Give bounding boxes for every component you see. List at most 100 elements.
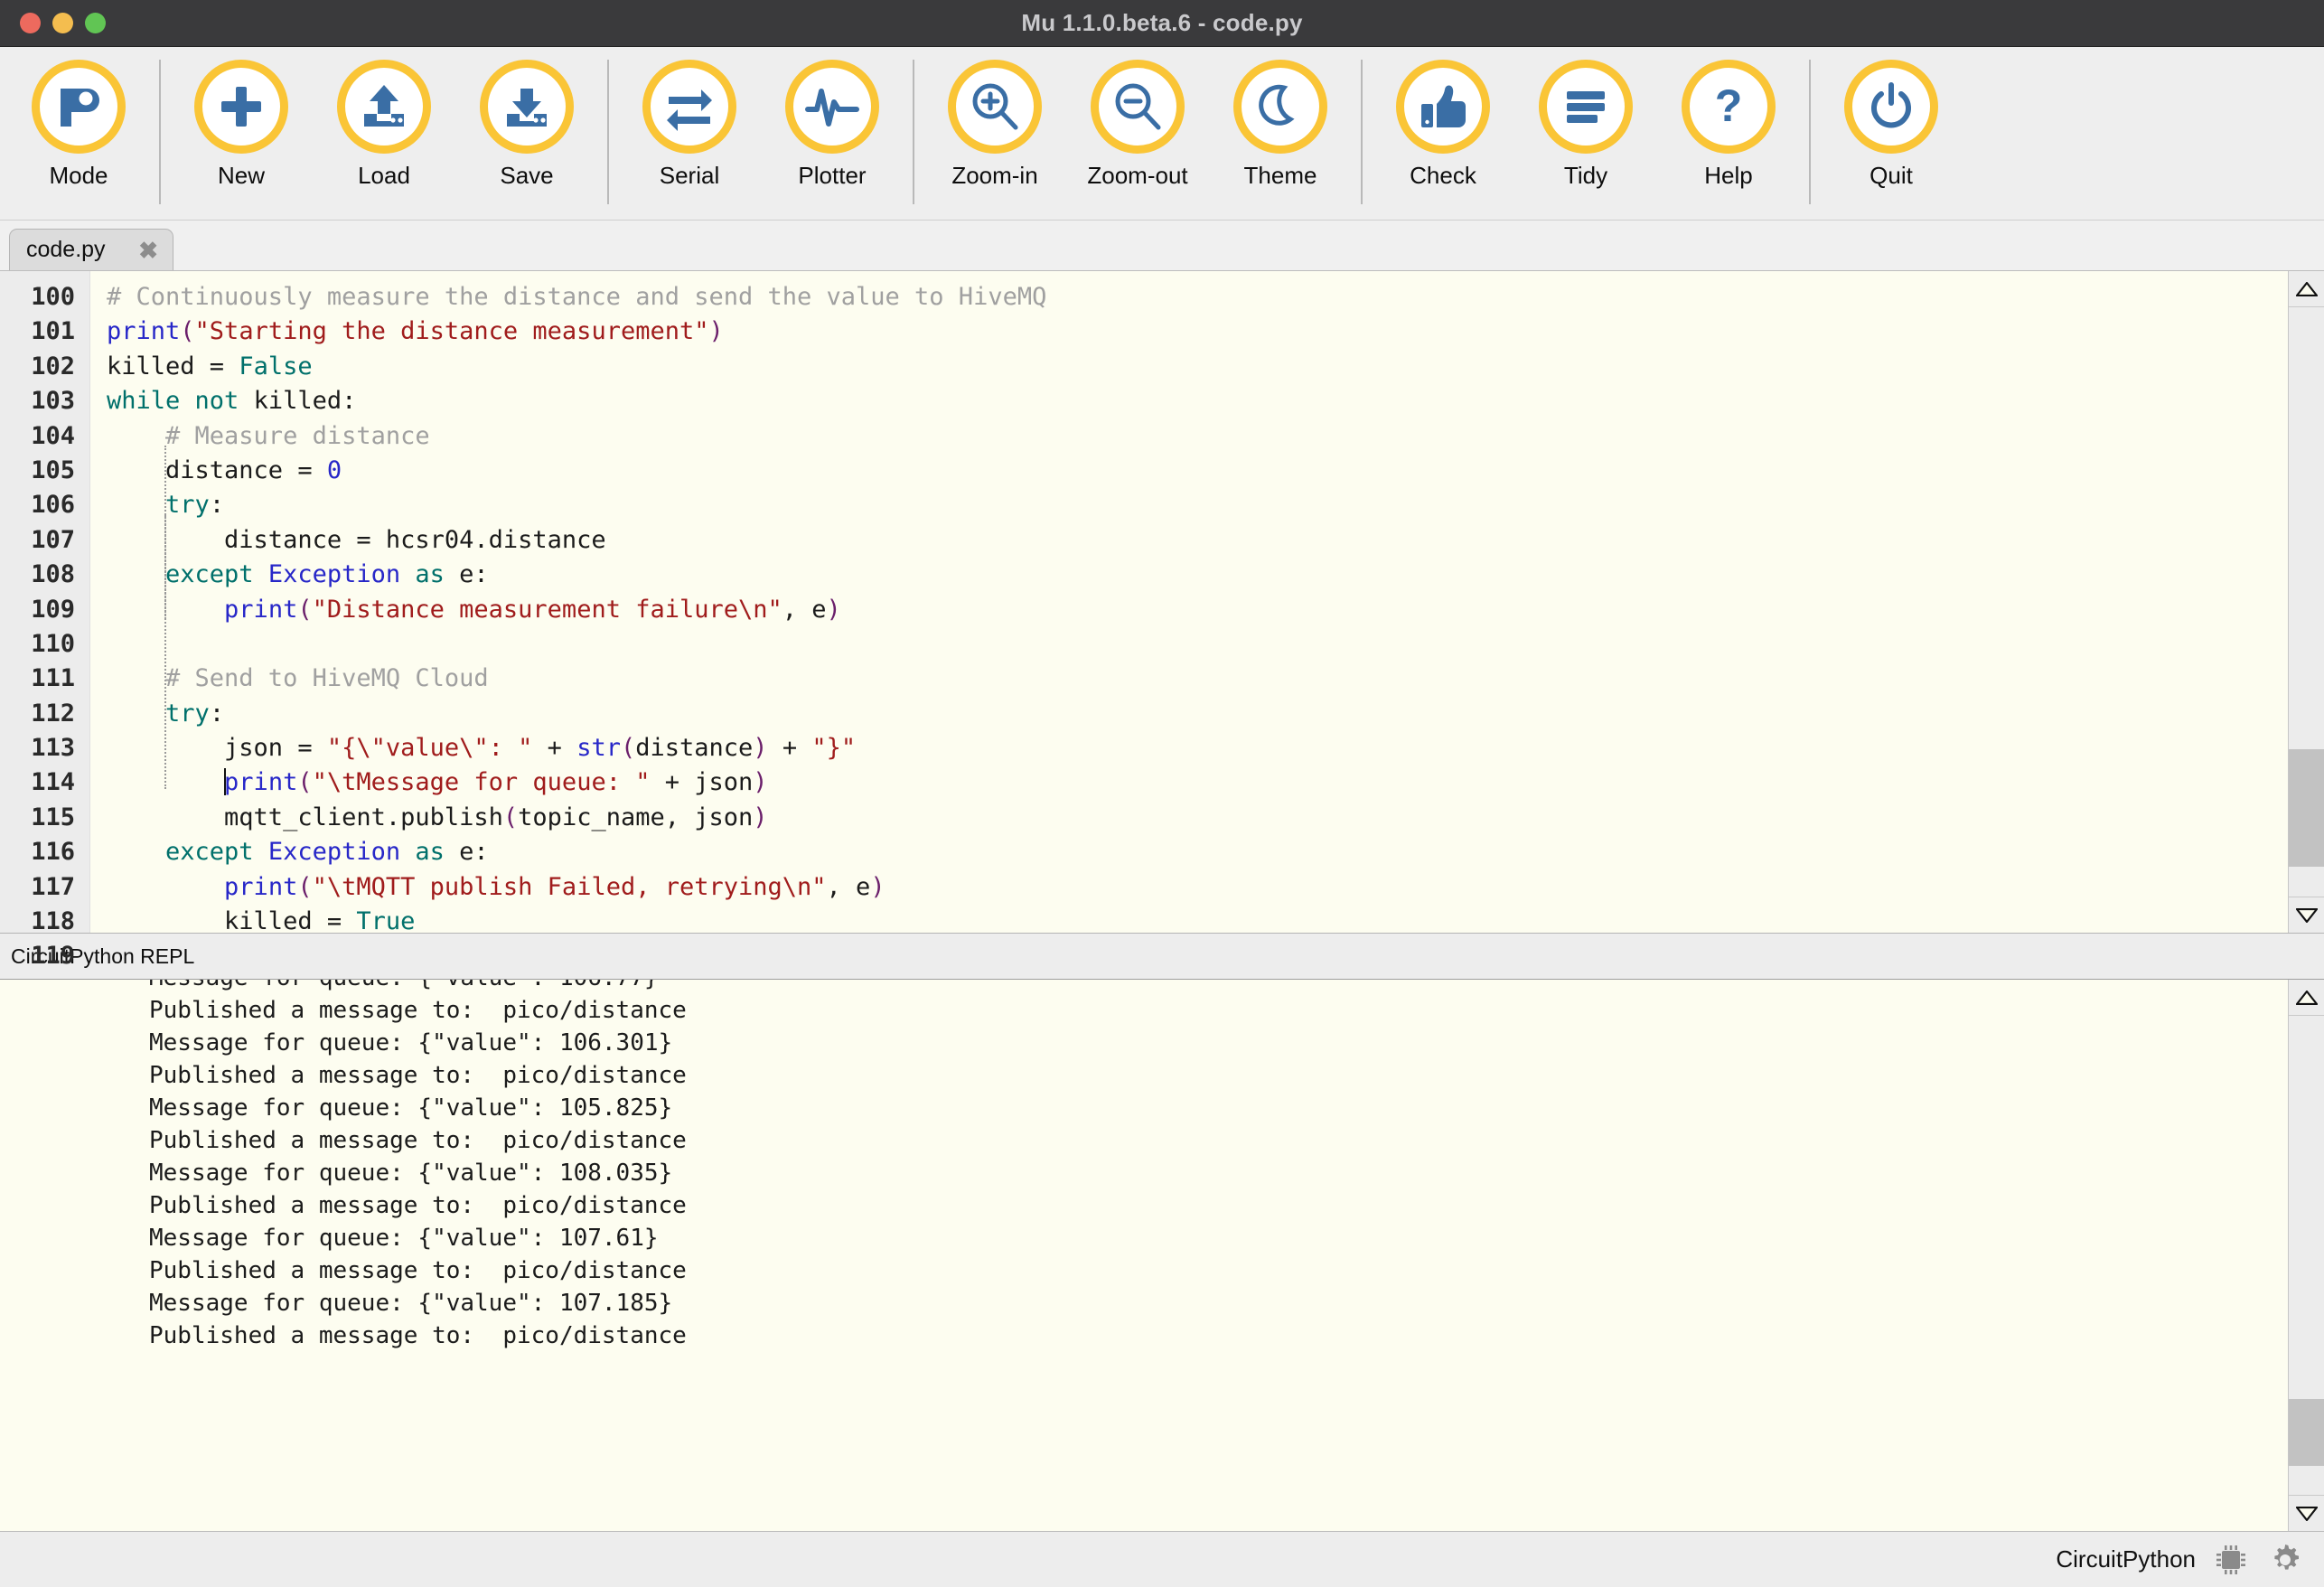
line-number: 100 xyxy=(31,283,75,311)
code-token: + json xyxy=(650,768,754,797)
line-number: 110 xyxy=(31,629,75,658)
save-button[interactable]: Save xyxy=(455,47,598,220)
code-token: print xyxy=(224,768,298,797)
code-line[interactable]: try: xyxy=(90,697,2288,731)
load-label: Load xyxy=(358,162,410,189)
code-line[interactable]: except Exception as e: xyxy=(90,558,2288,592)
line-number: 117 xyxy=(31,872,75,901)
line-number: 103 xyxy=(31,387,75,416)
code-line[interactable]: # Send to HiveMQ Cloud xyxy=(90,662,2288,696)
new-button[interactable]: New xyxy=(170,47,313,220)
code-token: not xyxy=(194,387,254,416)
toolbar-separator xyxy=(159,60,161,204)
window-controls xyxy=(20,13,106,33)
plus-icon xyxy=(194,60,288,154)
zoom-out-button[interactable]: Zoom-out xyxy=(1066,47,1209,220)
help-label: Help xyxy=(1704,162,1753,189)
code-token: str xyxy=(576,734,621,763)
line-number: 107 xyxy=(31,525,75,554)
window-title: Mu 1.1.0.beta.6 - code.py xyxy=(1021,9,1303,36)
line-number: 115 xyxy=(31,803,75,831)
code-token: ) xyxy=(753,734,768,763)
serial-button[interactable]: Serial xyxy=(618,47,761,220)
mode-status-label[interactable]: CircuitPython xyxy=(2056,1545,2196,1573)
load-button[interactable]: Load xyxy=(313,47,455,220)
editor-scrollbar[interactable] xyxy=(2288,271,2324,933)
help-button[interactable]: ? Help xyxy=(1657,47,1800,220)
scroll-up-arrow[interactable] xyxy=(2288,271,2324,307)
code-token: as xyxy=(415,560,460,589)
code-token: ) xyxy=(826,595,841,624)
code-line[interactable]: killed = False xyxy=(90,350,2288,384)
repl-scroll-thumb[interactable] xyxy=(2288,1399,2324,1467)
scroll-down-arrow[interactable] xyxy=(2288,1495,2324,1531)
repl-line: Message for queue: {"value": 106.77} xyxy=(149,980,2288,994)
zoom-in-button[interactable]: Zoom-in xyxy=(923,47,1066,220)
code-area[interactable]: # Continuously measure the distance and … xyxy=(90,271,2288,933)
maximize-window-button[interactable] xyxy=(85,13,106,33)
editor-scroll-track[interactable] xyxy=(2288,307,2324,897)
scroll-up-arrow[interactable] xyxy=(2288,980,2324,1016)
code-token: distance = hcsr04.distance xyxy=(107,525,606,554)
code-line[interactable]: mqtt_client.publish(topic_name, json) xyxy=(90,801,2288,835)
code-token: except xyxy=(165,838,268,867)
code-token: + xyxy=(532,734,577,763)
code-token: False xyxy=(239,352,313,380)
repl-output[interactable]: Message for queue: {"value": 106.77} Publ… xyxy=(0,980,2288,1531)
code-line[interactable]: # Measure distance xyxy=(90,419,2288,454)
tidy-button[interactable]: Tidy xyxy=(1514,47,1657,220)
minimize-window-button[interactable] xyxy=(52,13,73,33)
code-line[interactable]: distance = hcsr04.distance xyxy=(90,523,2288,558)
code-line[interactable]: print("Starting the distance measurement… xyxy=(90,315,2288,349)
code-line[interactable]: json = "{\"value\": " + str(distance) + … xyxy=(90,731,2288,765)
code-token: , e xyxy=(782,595,827,624)
code-token: ( xyxy=(180,317,195,346)
repl-line: Published a message to: pico/distance xyxy=(149,1322,687,1349)
close-window-button[interactable] xyxy=(20,13,41,33)
quit-button[interactable]: Quit xyxy=(1820,47,1963,220)
line-number: 102 xyxy=(31,352,75,380)
code-token: json = xyxy=(107,734,327,763)
theme-button[interactable]: Theme xyxy=(1209,47,1352,220)
code-line[interactable] xyxy=(90,627,2288,662)
main-toolbar: Mode New Load Save Serial Plotter Zoom-i… xyxy=(0,47,2324,221)
code-line[interactable]: # Continuously measure the distance and … xyxy=(90,280,2288,315)
tab-code-py[interactable]: code.py ✖ xyxy=(9,229,173,270)
editor-scroll-thumb[interactable] xyxy=(2288,749,2324,868)
microchip-icon[interactable] xyxy=(2212,1541,2250,1579)
line-number-gutter: 100 101 102 103 104 105 106 107 108 109 110 111 112 1… xyxy=(0,271,90,1075)
code-line[interactable]: killed = True xyxy=(90,905,2288,933)
repl-scroll-track[interactable] xyxy=(2288,1016,2324,1495)
code-line[interactable]: print("\tMQTT publish Failed, retrying\n… xyxy=(90,870,2288,905)
scroll-down-arrow[interactable] xyxy=(2288,897,2324,933)
repl-scrollbar[interactable] xyxy=(2288,980,2324,1531)
code-line[interactable]: print("\tMessage for queue: " + json) xyxy=(90,765,2288,800)
code-token: try xyxy=(165,699,210,728)
mu-editor-window: Mu 1.1.0.beta.6 - code.py Mode New Load … xyxy=(0,0,2324,1587)
code-token: try xyxy=(165,491,210,520)
repl-line: Message for queue: {"value": 107.185} xyxy=(149,1290,673,1317)
close-icon[interactable]: ✖ xyxy=(138,239,158,262)
code-line[interactable]: while not killed: xyxy=(90,384,2288,418)
mode-button[interactable]: Mode xyxy=(7,47,150,220)
code-line[interactable]: distance = 0 xyxy=(90,454,2288,488)
code-line[interactable]: try: xyxy=(90,488,2288,522)
check-button[interactable]: Check xyxy=(1372,47,1514,220)
code-token: print xyxy=(107,317,181,346)
theme-label: Theme xyxy=(1243,162,1317,189)
code-line[interactable]: except Exception as e: xyxy=(90,835,2288,869)
code-token: : xyxy=(209,491,225,520)
code-token: mqtt_client.publish xyxy=(107,803,503,831)
line-number: 106 xyxy=(31,491,75,520)
code-token: e: xyxy=(459,560,489,589)
code-line[interactable]: print("Distance measurement failure\n", … xyxy=(90,593,2288,627)
plotter-button[interactable]: Plotter xyxy=(761,47,904,220)
repl-line: Published a message to: pico/distance xyxy=(149,1192,687,1219)
gear-icon[interactable] xyxy=(2266,1541,2304,1579)
line-number: 108 xyxy=(31,560,75,589)
zoom-out-label: Zoom-out xyxy=(1087,162,1188,189)
tab-label: code.py xyxy=(26,237,106,262)
line-number: 119 xyxy=(31,942,75,971)
toolbar-separator xyxy=(1809,60,1811,204)
